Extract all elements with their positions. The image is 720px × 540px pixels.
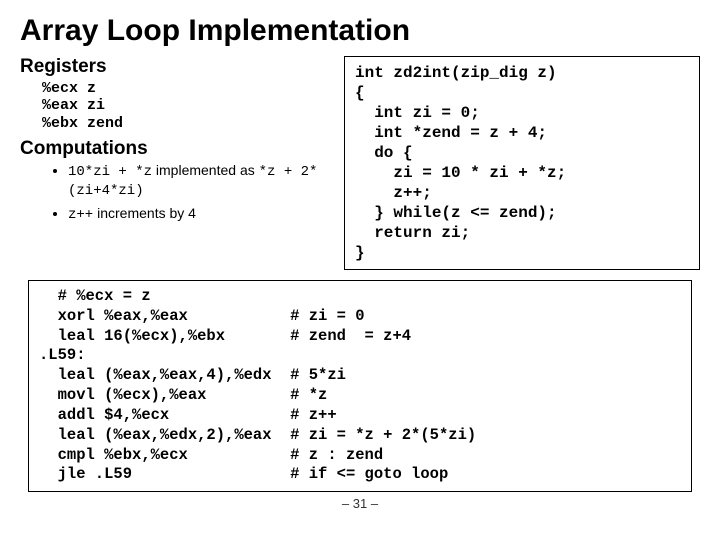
computations-heading: Computations [20, 138, 330, 160]
comp-text: 10*zi + *z [68, 164, 152, 180]
c-code-box: int zd2int(zip_dig z) { int zi = 0; int … [344, 56, 700, 270]
register-line: %ecx z [20, 80, 330, 97]
comp-text: implemented as [156, 162, 255, 178]
register-line: %ebx zend [20, 115, 330, 132]
comp-text: increments by 4 [97, 205, 196, 221]
comp-text: z++ [68, 207, 93, 223]
assembly-box: # %ecx = z xorl %eax,%eax # zi = 0 leal … [28, 280, 692, 492]
right-column: int zd2int(zip_dig z) { int zi = 0; int … [344, 56, 700, 270]
computation-item: z++ increments by 4 [68, 205, 330, 225]
registers-heading: Registers [20, 56, 330, 78]
slide: Array Loop Implementation Registers %ecx… [0, 0, 720, 540]
page-title: Array Loop Implementation [20, 14, 700, 48]
computation-item: 10*zi + *z implemented as *z + 2*(zi+4*z… [68, 162, 330, 201]
left-column: Registers %ecx z %eax zi %ebx zend Compu… [20, 56, 330, 228]
computations-block: Computations 10*zi + *z implemented as *… [20, 138, 330, 225]
top-row: Registers %ecx z %eax zi %ebx zend Compu… [20, 56, 700, 270]
register-line: %eax zi [20, 97, 330, 114]
computations-list: 10*zi + *z implemented as *z + 2*(zi+4*z… [20, 162, 330, 225]
page-number: – 31 – [20, 496, 700, 511]
